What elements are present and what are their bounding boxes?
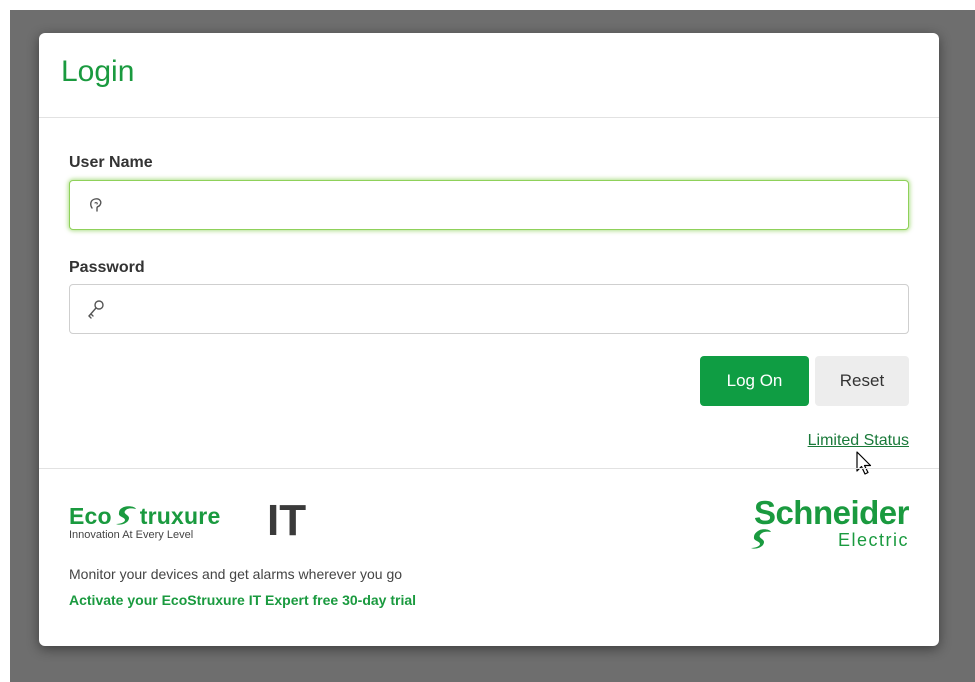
username-label: User Name bbox=[69, 154, 153, 171]
schneider-wordmark: Schneider bbox=[753, 494, 910, 531]
ecostruxure-wordmark: Eco truxure bbox=[69, 503, 220, 530]
password-field-wrapper[interactable] bbox=[69, 284, 909, 335]
ecostruxure-tagline: Innovation At Every Level bbox=[69, 529, 194, 541]
password-label: Password bbox=[69, 259, 145, 276]
ecostruxure-logo: Eco truxure Innovation At Every Level IT bbox=[69, 499, 319, 547]
footer-description: Monitor your devices and get alarms wher… bbox=[69, 566, 403, 582]
username-field-wrapper[interactable] bbox=[69, 180, 909, 231]
eco-suffix: truxure bbox=[139, 503, 221, 529]
eco-prefix: Eco bbox=[69, 503, 112, 529]
reset-button[interactable]: Reset bbox=[815, 356, 909, 406]
login-dialog: Login User Name Password Log On Reset Li… bbox=[39, 33, 939, 646]
schneider-symbol-icon bbox=[751, 529, 771, 549]
user-head-icon bbox=[90, 198, 102, 212]
log-on-button[interactable]: Log On bbox=[700, 356, 809, 406]
electric-wordmark: Electric bbox=[837, 530, 909, 550]
limited-status-link[interactable]: Limited Status bbox=[808, 432, 909, 450]
it-mark: IT bbox=[267, 496, 307, 545]
schneider-s-icon bbox=[115, 506, 136, 525]
schneider-electric-logo: Schneider Electric bbox=[719, 494, 910, 551]
trial-link[interactable]: Activate your EcoStruxure IT Expert free… bbox=[69, 592, 416, 608]
username-input[interactable] bbox=[114, 181, 898, 231]
dialog-header: Login bbox=[39, 33, 939, 118]
key-icon bbox=[88, 300, 104, 319]
footer: Eco truxure Innovation At Every Level IT … bbox=[69, 469, 910, 646]
password-input[interactable] bbox=[114, 285, 898, 335]
dialog-title: Login bbox=[61, 55, 135, 88]
